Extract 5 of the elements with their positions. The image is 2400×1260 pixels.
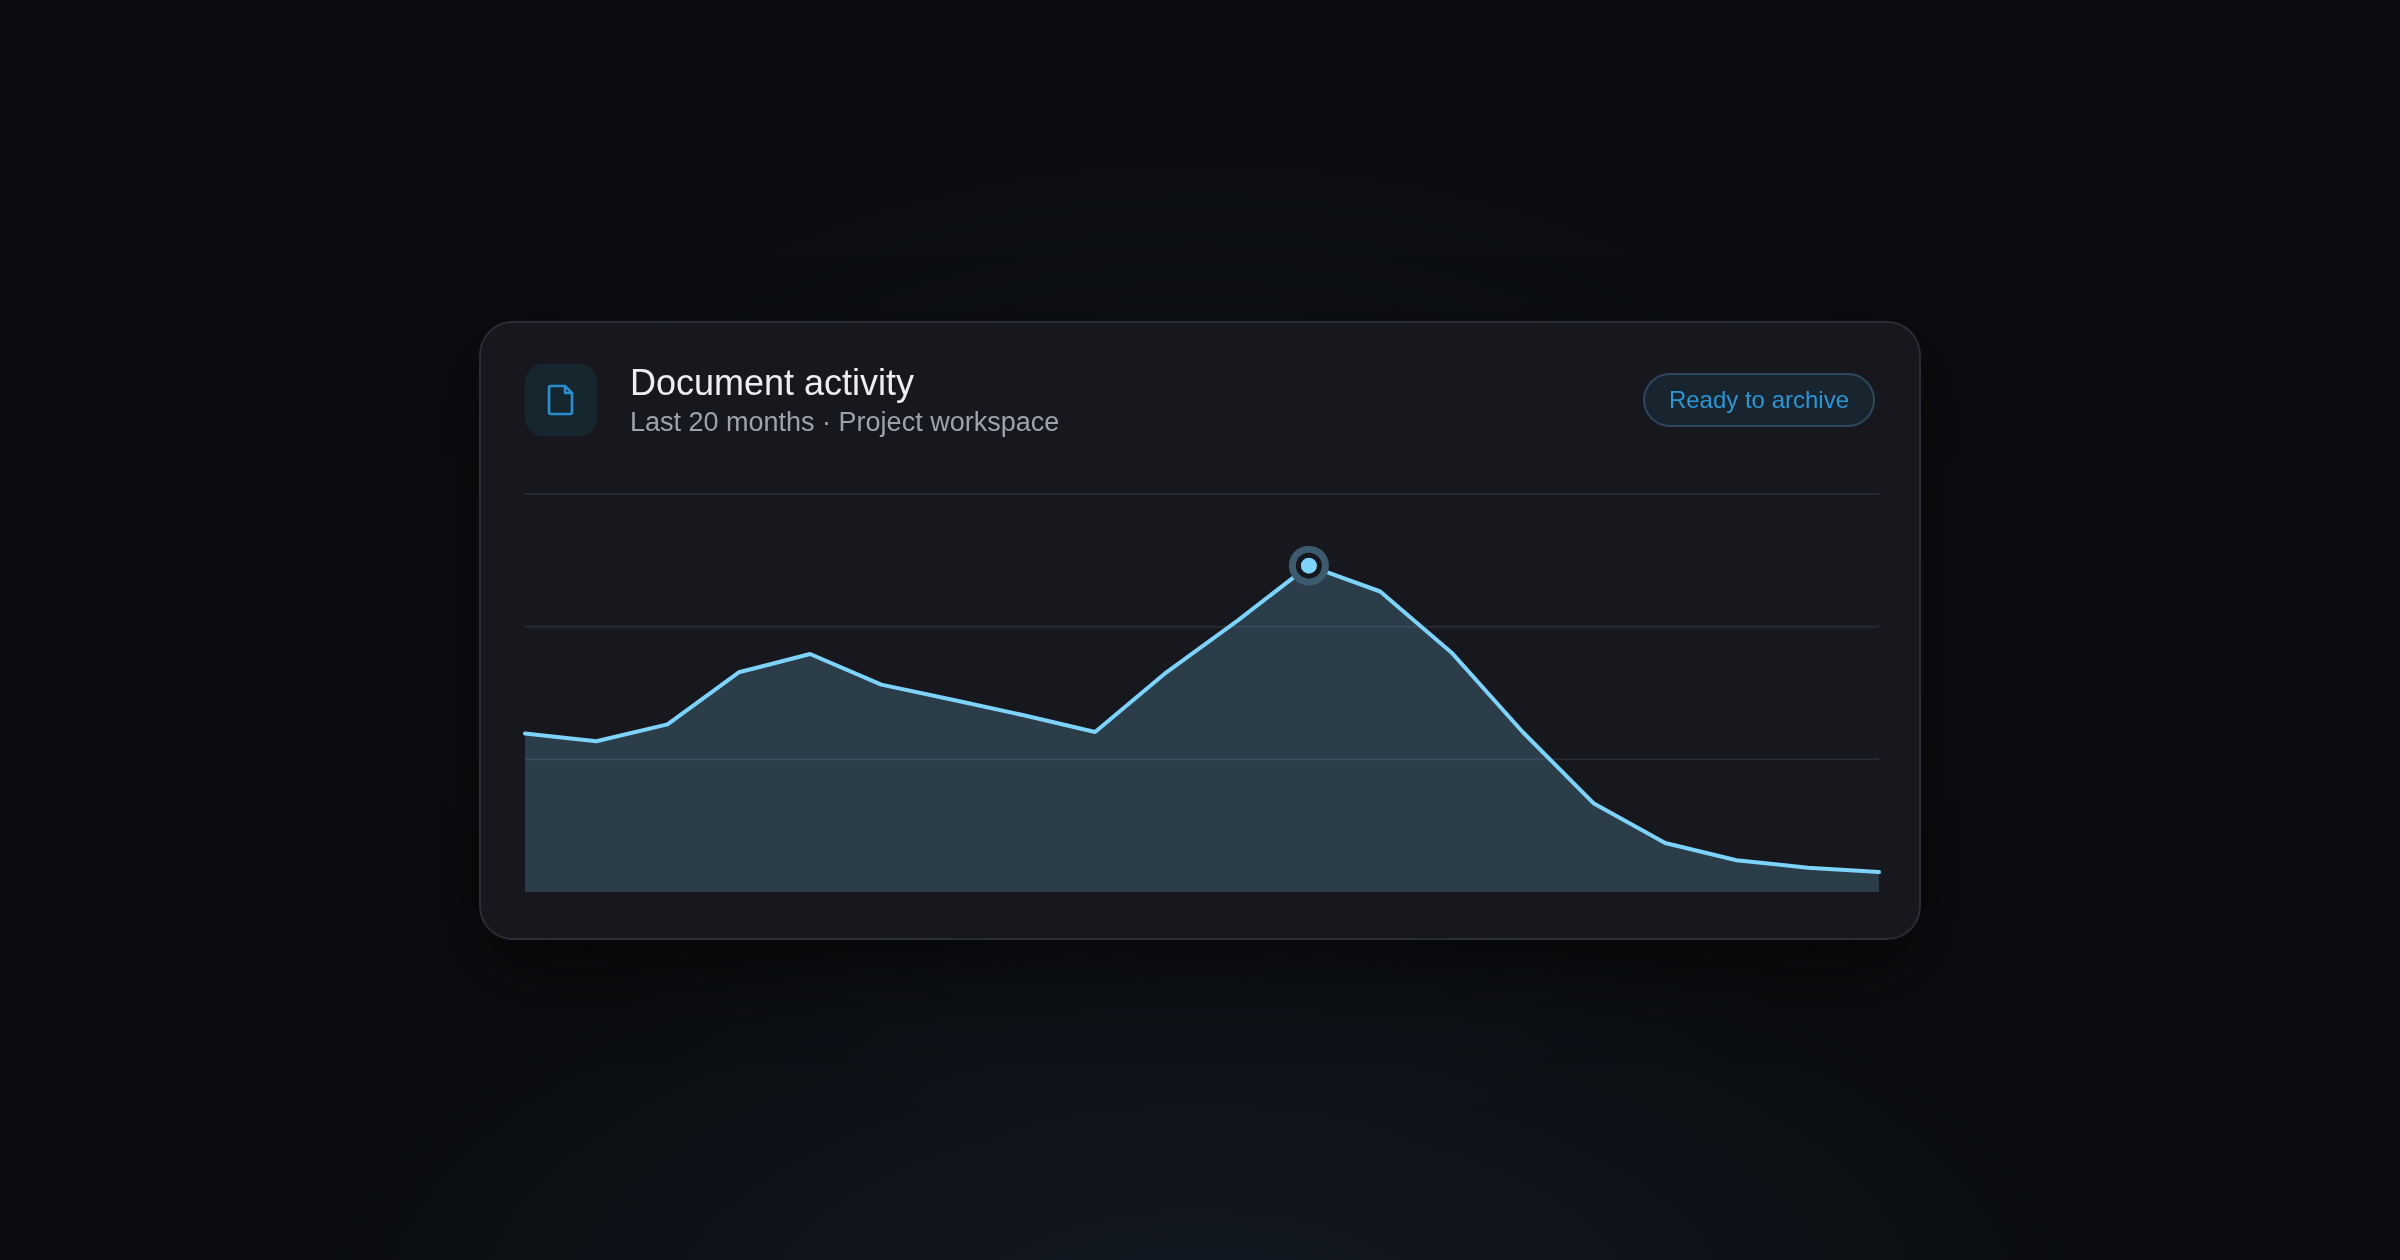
peak-marker-icon [1288, 545, 1329, 586]
card-subtitle: Last 20 months · Project workspace [630, 405, 1061, 438]
status-badge: Ready to archive [1642, 372, 1875, 427]
card-title: Document activity [630, 361, 916, 404]
document-icon [525, 363, 597, 436]
